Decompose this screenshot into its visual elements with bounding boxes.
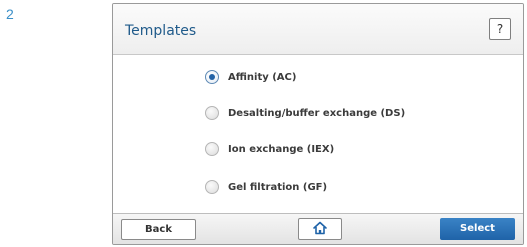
option-desalting[interactable]: Desalting/buffer exchange (DS) (205, 104, 405, 122)
help-button[interactable]: ? (489, 18, 511, 40)
radio-selected-icon[interactable] (205, 70, 219, 84)
option-ion-exchange[interactable]: Ion exchange (IEX) (205, 140, 334, 158)
templates-dialog: Templates ? Affinity (AC) Desalting/buff… (112, 3, 524, 245)
back-button[interactable]: Back (121, 219, 196, 240)
option-label: Desalting/buffer exchange (DS) (228, 107, 406, 119)
step-number: 2 (6, 6, 14, 22)
radio-unselected-icon[interactable] (205, 106, 219, 120)
option-label: Gel filtration (GF) (228, 181, 328, 193)
home-icon (312, 220, 328, 239)
radio-unselected-icon[interactable] (205, 180, 219, 194)
template-options: Affinity (AC) Desalting/buffer exchange … (113, 54, 523, 214)
radio-unselected-icon[interactable] (205, 142, 219, 156)
dialog-title: Templates (125, 23, 197, 39)
option-label: Affinity (AC) (228, 71, 297, 83)
dialog-header: Templates ? (113, 4, 523, 55)
option-gel-filtration[interactable]: Gel filtration (GF) (205, 178, 327, 196)
home-button[interactable] (298, 218, 342, 240)
option-affinity[interactable]: Affinity (AC) (205, 68, 296, 86)
dialog-footer: Back Select (113, 213, 523, 244)
select-button[interactable]: Select (440, 218, 515, 240)
option-label: Ion exchange (IEX) (228, 143, 335, 155)
